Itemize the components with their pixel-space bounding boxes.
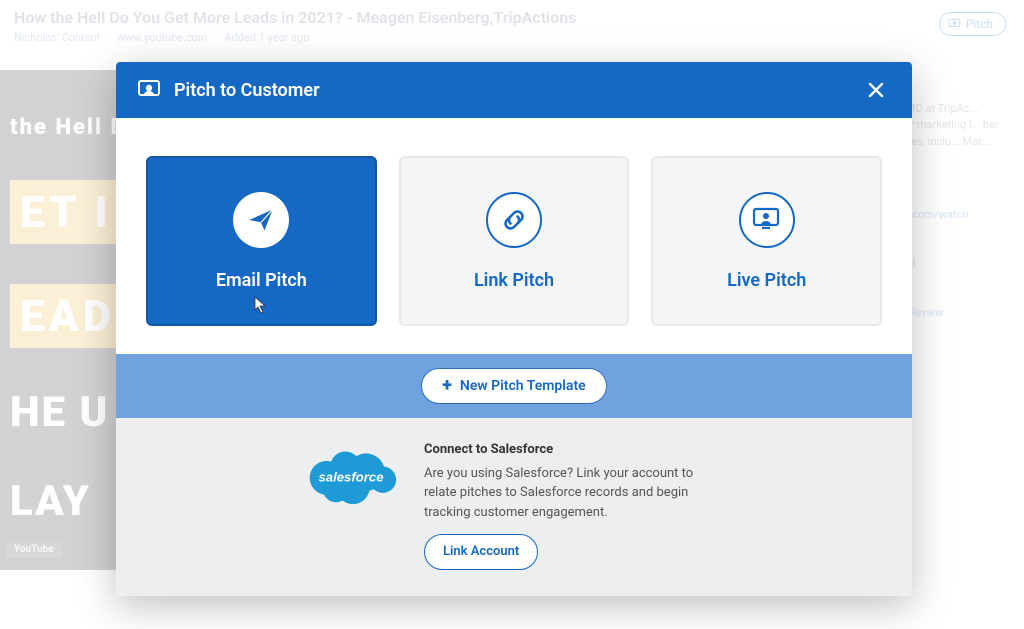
template-bar: + New Pitch Template	[116, 354, 912, 418]
modal-title: Pitch to Customer	[174, 80, 320, 101]
modal-header: Pitch to Customer	[116, 62, 912, 118]
new-pitch-template-button[interactable]: + New Pitch Template	[421, 368, 606, 404]
paper-plane-icon	[233, 192, 289, 248]
cursor-icon	[254, 296, 268, 314]
svg-text:salesforce: salesforce	[318, 470, 383, 485]
email-pitch-option[interactable]: Email Pitch	[146, 156, 377, 326]
new-pitch-template-label: New Pitch Template	[460, 378, 586, 394]
link-account-button[interactable]: Link Account	[424, 534, 538, 570]
close-icon	[868, 82, 884, 98]
live-pitch-label: Live Pitch	[727, 270, 806, 291]
pitch-options: Email Pitch Link Pitch	[116, 118, 912, 354]
link-pitch-option[interactable]: Link Pitch	[399, 156, 630, 326]
pitch-modal: Pitch to Customer Email Pitch	[116, 62, 912, 596]
pitch-to-customer-icon	[138, 80, 162, 100]
close-button[interactable]	[862, 78, 890, 102]
link-account-label: Link Account	[443, 544, 519, 559]
live-pitch-icon	[739, 192, 795, 248]
salesforce-icon: salesforce	[304, 444, 398, 506]
link-icon	[486, 192, 542, 248]
live-pitch-option[interactable]: Live Pitch	[651, 156, 882, 326]
salesforce-section: salesforce Connect to Salesforce Are you…	[116, 418, 912, 596]
plus-icon: +	[442, 377, 452, 395]
salesforce-body: Are you using Salesforce? Link your acco…	[424, 464, 724, 523]
salesforce-title: Connect to Salesforce	[424, 440, 724, 460]
link-pitch-label: Link Pitch	[474, 270, 554, 291]
email-pitch-label: Email Pitch	[216, 270, 307, 291]
